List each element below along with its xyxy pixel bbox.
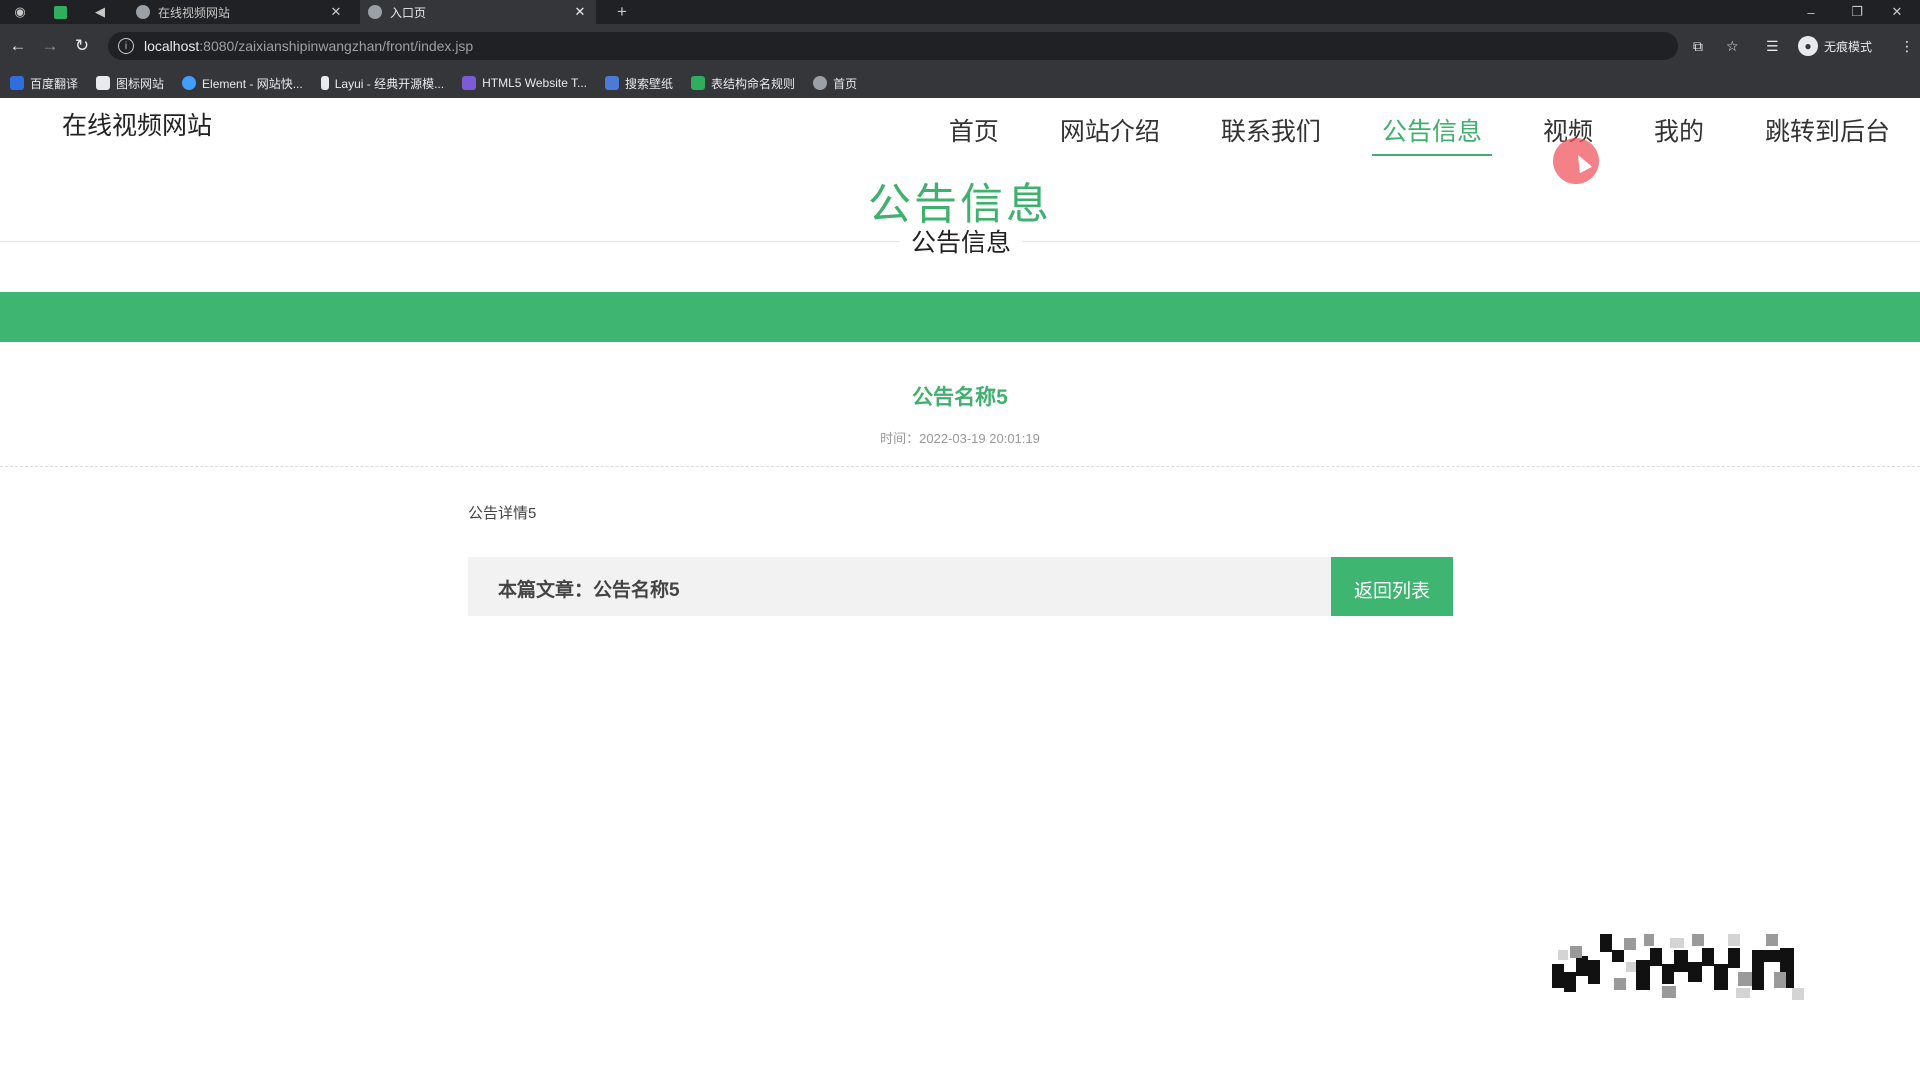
bookmark-item[interactable]: HTML5 Website T...	[462, 76, 587, 90]
wallpaper-icon	[605, 76, 620, 90]
bookmark-label: 图标网站	[116, 76, 165, 91]
layui-icon	[320, 76, 329, 90]
bookmark-item[interactable]: Layui - 经典开源模...	[320, 75, 445, 92]
bookmark-label: 百度翻译	[30, 76, 79, 91]
current-article-label: 本篇文章：公告名称5	[498, 580, 680, 601]
tab-close-icon[interactable]: ✕	[328, 4, 344, 20]
bookmark-item[interactable]: Element - 网站快...	[182, 75, 303, 92]
minimize-icon[interactable]: –	[1788, 0, 1834, 24]
section-subtitle: 公告信息	[900, 223, 1022, 259]
tab-search-icon[interactable]: ◉	[8, 0, 32, 24]
html5-template-icon	[462, 76, 477, 90]
article-divider	[0, 466, 1920, 467]
article-title: 公告名称5	[912, 386, 1008, 409]
url-field[interactable]: i localhost :8080/zaixianshipinwangzhan/…	[108, 32, 1678, 60]
bookmark-star-icon[interactable]: ☆	[1726, 34, 1739, 58]
tab-favicon-icon	[136, 5, 150, 19]
url-host: localhost	[144, 38, 200, 54]
address-toolbar: ← → ↻ i localhost :8080/zaixianshipinwan…	[0, 24, 1920, 68]
browser-tab-strip: ◉ ◀ 在线视频网站 ✕ 入口页 ✕ + – ❐ ✕	[0, 0, 1920, 24]
bookmark-label: Layui - 经典开源模...	[334, 76, 445, 91]
menu-dots-icon[interactable]: ⋮	[1900, 34, 1914, 58]
nav-contact[interactable]: 联系我们	[1211, 112, 1331, 156]
new-tab-button[interactable]: +	[612, 0, 632, 24]
article-body: 公告详情5	[468, 505, 537, 522]
back-to-list-button[interactable]: 返回列表	[1331, 557, 1453, 616]
mute-icon[interactable]: ◀	[90, 0, 110, 24]
profile-button[interactable]: ● 无痕模式	[1798, 34, 1872, 58]
back-arrow-icon[interactable]: ←	[6, 34, 30, 58]
profile-label: 无痕模式	[1824, 39, 1873, 54]
main-nav: 首页 网站介绍 联系我们 公告信息 视频 我的 跳转到后台	[898, 112, 1900, 156]
bookmark-item[interactable]: 图标网站	[96, 75, 164, 92]
bookmark-item[interactable]: 搜索壁纸	[605, 75, 673, 92]
forward-arrow-icon[interactable]: →	[38, 34, 62, 58]
bookmark-label: 搜索壁纸	[625, 76, 674, 91]
site-info-icon[interactable]: i	[118, 38, 134, 54]
element-icon	[182, 76, 197, 90]
nav-about[interactable]: 网站介绍	[1050, 112, 1170, 156]
sheet-tab-icon[interactable]	[50, 0, 70, 24]
tab-close-icon[interactable]: ✕	[572, 4, 588, 20]
tab-label: 在线视频网站	[158, 5, 231, 20]
tab-entry[interactable]: 入口页 ✕	[360, 0, 596, 24]
nav-mine[interactable]: 我的	[1644, 112, 1714, 156]
flag-icon	[96, 76, 111, 90]
bookmark-label: 表结构命名规则	[711, 76, 796, 91]
translate-bookmark-icon	[10, 76, 24, 90]
translate-icon[interactable]: ⧉	[1693, 34, 1703, 58]
bookmark-item[interactable]: 首页	[813, 75, 857, 92]
bookmark-label: 首页	[833, 76, 858, 91]
banner-band	[0, 292, 1920, 342]
nav-home[interactable]: 首页	[939, 112, 1009, 156]
article-footer: 本篇文章：公告名称5 返回列表	[468, 557, 1453, 616]
bookmark-label: HTML5 Website T...	[482, 76, 588, 90]
reload-icon[interactable]: ↻	[70, 34, 94, 58]
bookmark-label: Element - 网站快...	[202, 76, 303, 91]
bookmark-item[interactable]: 百度翻译	[10, 75, 78, 92]
incognito-icon: ●	[1798, 36, 1818, 56]
sheet-icon	[691, 76, 706, 90]
page-content: 在线视频网站 首页 网站介绍 联系我们 公告信息 视频 我的 跳转到后台 公告信…	[0, 98, 1920, 1072]
url-path: :8080/zaixianshipinwangzhan/front/index.…	[199, 38, 474, 54]
nav-admin[interactable]: 跳转到后台	[1755, 112, 1900, 156]
bookmarks-bar: 百度翻译 图标网站 Element - 网站快... Layui - 经典开源模…	[0, 68, 1920, 98]
bookmark-item[interactable]: 表结构命名规则	[691, 75, 795, 92]
tab-site[interactable]: 在线视频网站 ✕	[128, 0, 352, 24]
tab-label: 入口页	[390, 5, 427, 20]
reading-list-icon[interactable]: ☰	[1766, 34, 1779, 58]
tab-favicon-icon	[368, 5, 382, 19]
site-logo-title[interactable]: 在线视频网站	[62, 106, 212, 142]
close-window-icon[interactable]: ✕	[1874, 0, 1920, 24]
pixelated-watermark-icon	[1552, 934, 1804, 1000]
globe-icon	[813, 76, 828, 90]
article-time: 时间：2022-03-19 20:01:19	[880, 431, 1040, 446]
nav-announcements[interactable]: 公告信息	[1371, 112, 1492, 156]
